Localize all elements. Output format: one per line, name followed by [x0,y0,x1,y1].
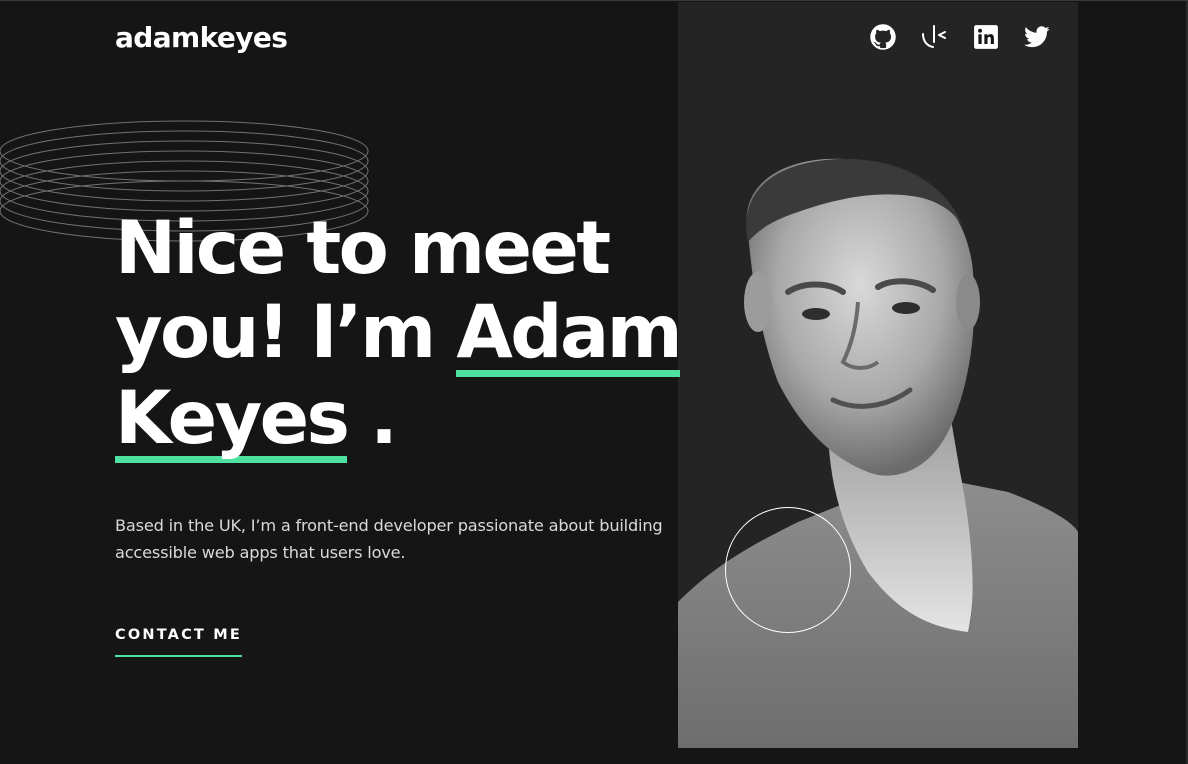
frontend-mentor-icon [922,25,946,48]
linkedin-icon [974,25,998,49]
portrait-image [678,158,1078,748]
site-logo[interactable]: adamkeyes [115,19,288,57]
linkedin-link[interactable] [972,23,1000,51]
headline-name-first: Adam [456,290,683,377]
page: adamkeyes Nice to meet you! I’m Adam Key… [0,0,1188,764]
headline-line-1: Nice to meet [115,206,611,291]
github-link[interactable] [869,23,897,51]
headline-name-last: Keyes [115,376,350,463]
hero-headline: Nice to meet you! I’m Adam Keyes . [115,207,715,463]
headline-line-2: you! I’m Adam [115,291,715,377]
frontend-mentor-link[interactable] [920,23,948,51]
contact-me-button[interactable]: CONTACT ME [115,625,243,657]
hero-bio: Based in the UK, I’m a front-end develop… [115,516,663,562]
profile-photo [678,2,1078,748]
twitter-link[interactable] [1023,23,1051,51]
circle-decoration [725,507,851,633]
twitter-icon [1024,26,1050,48]
headline-prefix: you! I’m [115,290,457,375]
headline-line-3: Keyes . [115,377,715,463]
github-icon [870,24,896,50]
headline-period: . [347,376,398,461]
